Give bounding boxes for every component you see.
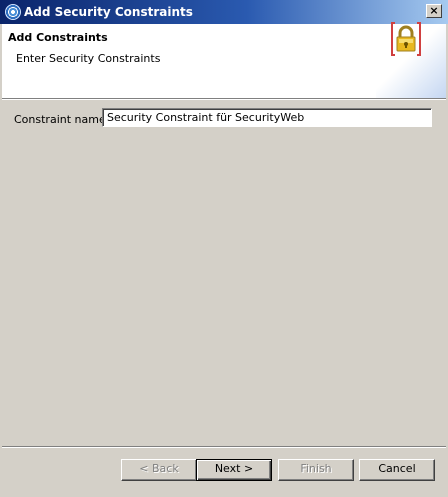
footer-separator [2, 446, 446, 448]
finish-button[interactable]: Finish [278, 459, 354, 481]
constraint-name-input[interactable] [102, 108, 432, 127]
lock-icon [391, 22, 421, 56]
page-description: Enter Security Constraints [16, 52, 161, 65]
cancel-button[interactable]: Cancel [359, 459, 435, 481]
close-button[interactable]: × [426, 4, 442, 18]
next-button[interactable]: Next > [196, 459, 272, 481]
constraint-name-label: Constraint name: [14, 113, 110, 126]
window-title: Add Security Constraints [24, 5, 193, 19]
page-title: Add Constraints [8, 31, 108, 44]
wizard-header: Add Constraints Enter Security Constrain… [2, 24, 446, 98]
app-icon [5, 4, 21, 20]
title-bar[interactable]: Add Security Constraints × [0, 0, 448, 24]
header-separator [2, 98, 446, 100]
back-button[interactable]: < Back [121, 459, 197, 481]
add-security-constraints-dialog: Add Security Constraints × Add Constrain… [0, 0, 448, 497]
close-icon: × [429, 4, 439, 17]
